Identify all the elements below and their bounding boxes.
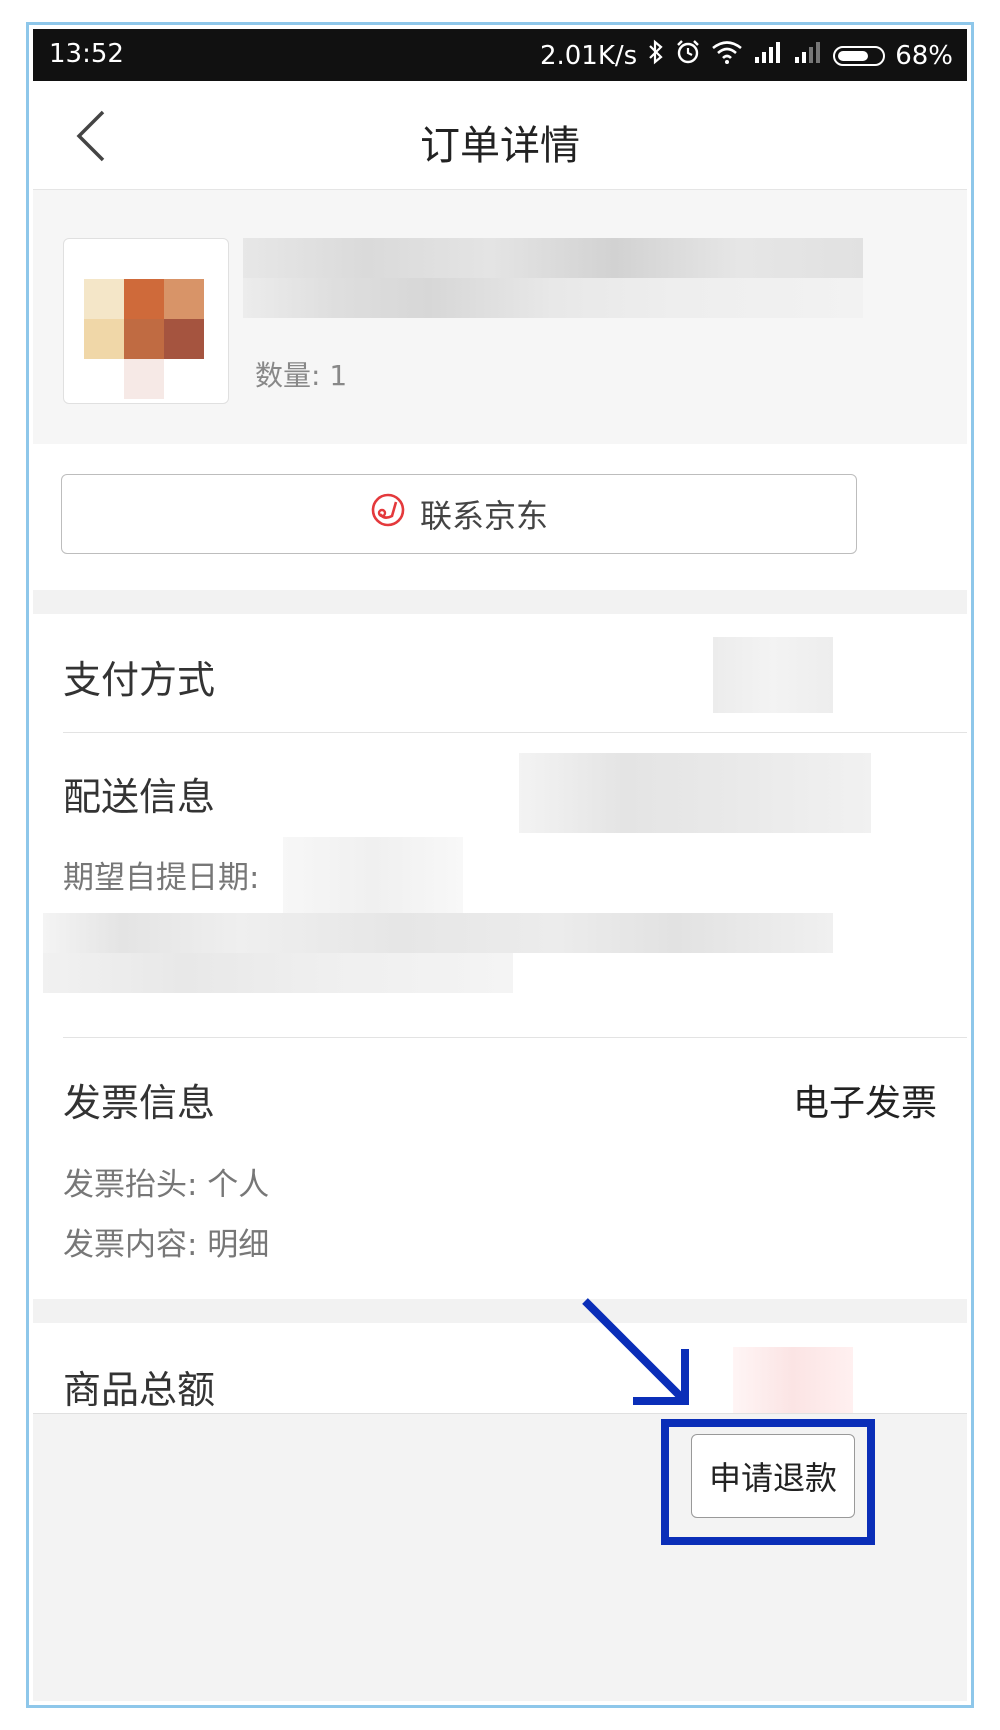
alarm-icon xyxy=(675,39,701,72)
pickup-date-redacted xyxy=(283,837,463,915)
section-gap xyxy=(33,1299,967,1323)
bluetooth-icon xyxy=(647,39,665,72)
status-time: 13:52 xyxy=(49,39,124,69)
invoice-content-line: 发票内容: 明细 xyxy=(63,1227,270,1263)
goods-total-value-redacted xyxy=(733,1347,853,1417)
pickup-date-label: 期望自提日期: xyxy=(63,860,260,896)
delivery-value-redacted xyxy=(519,753,871,833)
payment-method-label: 支付方式 xyxy=(63,658,216,702)
screenshot-frame: 13:52 2.01K/s 68% 订单详情 数量: 1 联系京东 支付方式 配… xyxy=(26,22,974,1708)
network-speed: 2.01K/s xyxy=(539,40,638,71)
page-title: 订单详情 xyxy=(420,123,580,169)
contact-jd-label: 联系京东 xyxy=(419,497,548,535)
product-item[interactable]: 数量: 1 xyxy=(33,190,967,444)
divider xyxy=(63,1037,967,1038)
invoice-info-label: 发票信息 xyxy=(63,1081,216,1125)
section-gap xyxy=(33,590,967,614)
invoice-title-line: 发票抬头: 个人 xyxy=(63,1167,270,1203)
status-indicators: 2.01K/s 68% xyxy=(540,39,953,72)
apply-refund-button[interactable]: 申请退款 xyxy=(691,1434,855,1518)
navigation-bar: 订单详情 xyxy=(33,81,967,190)
pickup-address-redacted-line2 xyxy=(43,953,513,993)
battery-percent: 68% xyxy=(895,40,953,71)
contact-section: 联系京东 xyxy=(33,444,967,590)
goods-total-label: 商品总额 xyxy=(63,1368,216,1412)
signal-strength-icon xyxy=(753,40,783,71)
customer-service-icon xyxy=(370,492,406,536)
contact-jd-button[interactable]: 联系京东 xyxy=(61,474,857,554)
divider xyxy=(63,732,967,733)
product-thumbnail[interactable] xyxy=(63,238,229,404)
payment-method-value-redacted xyxy=(713,637,833,713)
pickup-address-redacted xyxy=(43,913,833,953)
status-bar: 13:52 2.01K/s 68% xyxy=(33,29,967,81)
battery-icon xyxy=(833,45,886,66)
invoice-type-value: 电子发票 xyxy=(792,1083,937,1124)
delivery-info-label: 配送信息 xyxy=(63,775,216,819)
phone-screen: 13:52 2.01K/s 68% 订单详情 数量: 1 联系京东 支付方式 配… xyxy=(33,29,967,1701)
signal-strength-secondary-icon xyxy=(793,40,823,71)
product-quantity: 数量: 1 xyxy=(255,359,348,392)
apply-refund-label: 申请退款 xyxy=(708,1459,837,1497)
annotation-arrow-icon xyxy=(582,1298,689,1405)
wifi-icon xyxy=(711,40,743,71)
